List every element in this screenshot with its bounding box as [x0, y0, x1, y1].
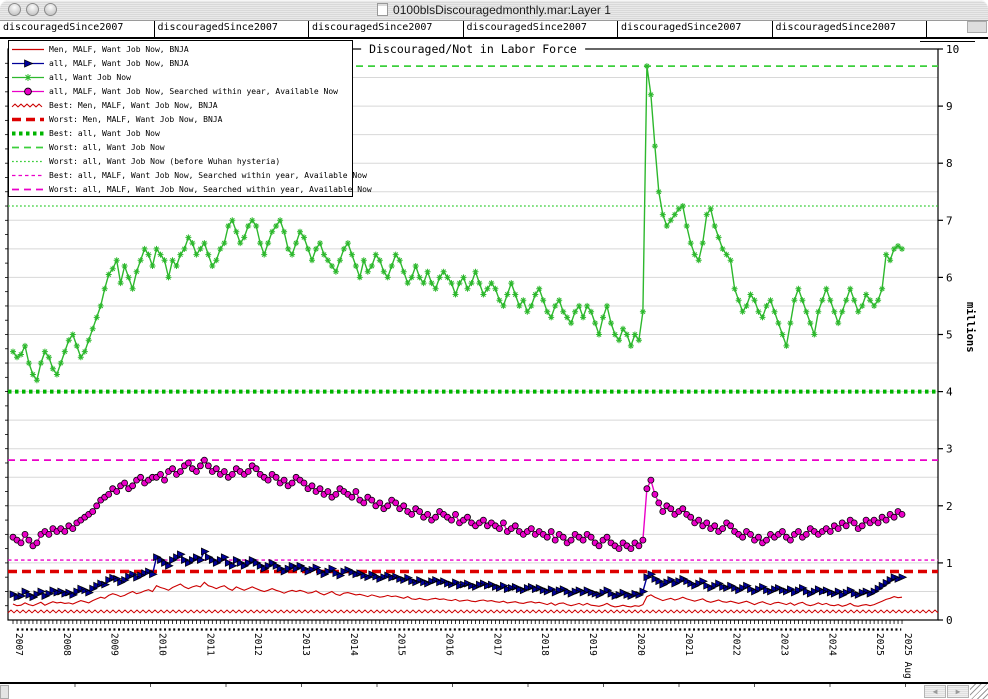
- svg-text:2007: 2007: [13, 633, 24, 656]
- scroll-left-button[interactable]: ◀: [924, 685, 946, 698]
- legend-line-sample: [11, 184, 45, 195]
- bottom-left-box: [0, 685, 9, 699]
- legend-line-sample: [11, 170, 45, 181]
- legend-label: all, MALF, Want Job Now, BNJA: [49, 59, 189, 68]
- legend-line-sample: [11, 86, 45, 97]
- svg-text:2025 Aug: 2025 Aug: [902, 633, 913, 679]
- svg-text:8: 8: [946, 157, 953, 170]
- svg-text:2017: 2017: [491, 633, 502, 656]
- legend-label: Worst: all, MALF, Want Job Now, Searched…: [49, 185, 372, 194]
- svg-text:1: 1: [946, 557, 953, 570]
- legend-label: Worst: all, Want Job Now (before Wuhan h…: [49, 157, 280, 166]
- legend-line-sample: [11, 156, 45, 167]
- svg-text:2016: 2016: [444, 633, 455, 656]
- legend-line-sample: [11, 114, 45, 125]
- canvas-bottom-ticks: [0, 684, 988, 687]
- resize-grip[interactable]: [970, 684, 988, 699]
- svg-text:10: 10: [946, 43, 959, 56]
- svg-text:2020: 2020: [635, 633, 646, 656]
- legend-label: Best: all, MALF, Want Job Now, Searched …: [49, 171, 367, 180]
- svg-text:6: 6: [946, 271, 953, 284]
- legend-line-sample: [11, 72, 45, 83]
- legend-line-sample: [11, 128, 45, 139]
- legend-line-sample: [11, 58, 45, 69]
- svg-text:2014: 2014: [348, 633, 359, 656]
- legend-item: Worst: Men, MALF, Want Job Now, BNJA: [9, 112, 352, 126]
- svg-text:2021: 2021: [683, 633, 694, 656]
- svg-text:2013: 2013: [300, 633, 311, 656]
- svg-text:millions: millions: [964, 302, 976, 353]
- window: { "window": { "title": "0100blsDiscourag…: [0, 0, 988, 699]
- svg-text:7: 7: [946, 214, 953, 227]
- legend-line-sample: [11, 142, 45, 153]
- svg-text:2024: 2024: [826, 633, 837, 656]
- svg-text:2015: 2015: [396, 633, 407, 656]
- svg-text:5: 5: [946, 329, 953, 342]
- legend-label: Best: Men, MALF, Want Job Now, BNJA: [49, 101, 218, 110]
- svg-text:2025: 2025: [874, 633, 885, 656]
- svg-text:2018: 2018: [539, 633, 550, 656]
- chart-title: Discouraged/Not in Labor Force: [361, 42, 585, 56]
- legend: Men, MALF, Want Job Now, BNJA all, MALF, …: [8, 40, 353, 197]
- legend-item: Worst: all, Want Job Now (before Wuhan h…: [9, 155, 352, 169]
- svg-text:2010: 2010: [157, 633, 168, 656]
- legend-label: Men, MALF, Want Job Now, BNJA: [49, 45, 189, 54]
- legend-line-sample: [11, 100, 45, 111]
- legend-item: Best: all, MALF, Want Job Now, Searched …: [9, 169, 352, 183]
- legend-label: Worst: all, Want Job Now: [49, 143, 165, 152]
- legend-label: Best: all, Want Job Now: [49, 129, 160, 138]
- svg-text:2008: 2008: [61, 633, 72, 656]
- scroll-right-button[interactable]: ▶: [947, 685, 969, 698]
- legend-line-sample: [11, 44, 45, 55]
- legend-item: Men, MALF, Want Job Now, BNJA: [9, 42, 352, 56]
- legend-item: all, MALF, Want Job Now, Searched within…: [9, 84, 352, 98]
- legend-item: Best: Men, MALF, Want Job Now, BNJA: [9, 98, 352, 112]
- svg-text:2023: 2023: [778, 633, 789, 656]
- legend-item: Worst: all, MALF, Want Job Now, Searched…: [9, 183, 352, 197]
- legend-label: all, MALF, Want Job Now, Searched within…: [49, 87, 338, 96]
- svg-text:2022: 2022: [731, 633, 742, 656]
- svg-text:0: 0: [946, 614, 953, 627]
- legend-label: Worst: Men, MALF, Want Job Now, BNJA: [49, 115, 222, 124]
- svg-text:9: 9: [946, 100, 953, 113]
- svg-text:2019: 2019: [587, 633, 598, 656]
- legend-item: Best: all, Want Job Now: [9, 127, 352, 141]
- legend-item: all, MALF, Want Job Now, BNJA: [9, 56, 352, 70]
- svg-text:2009: 2009: [109, 633, 120, 656]
- legend-item: Worst: all, Want Job Now: [9, 141, 352, 155]
- legend-label: all, Want Job Now: [49, 73, 131, 82]
- svg-text:2012: 2012: [252, 633, 263, 656]
- svg-text:3: 3: [946, 443, 953, 456]
- svg-text:2: 2: [946, 500, 953, 513]
- svg-text:2011: 2011: [204, 633, 215, 656]
- legend-item: all, Want Job Now: [9, 70, 352, 84]
- svg-text:4: 4: [946, 386, 953, 399]
